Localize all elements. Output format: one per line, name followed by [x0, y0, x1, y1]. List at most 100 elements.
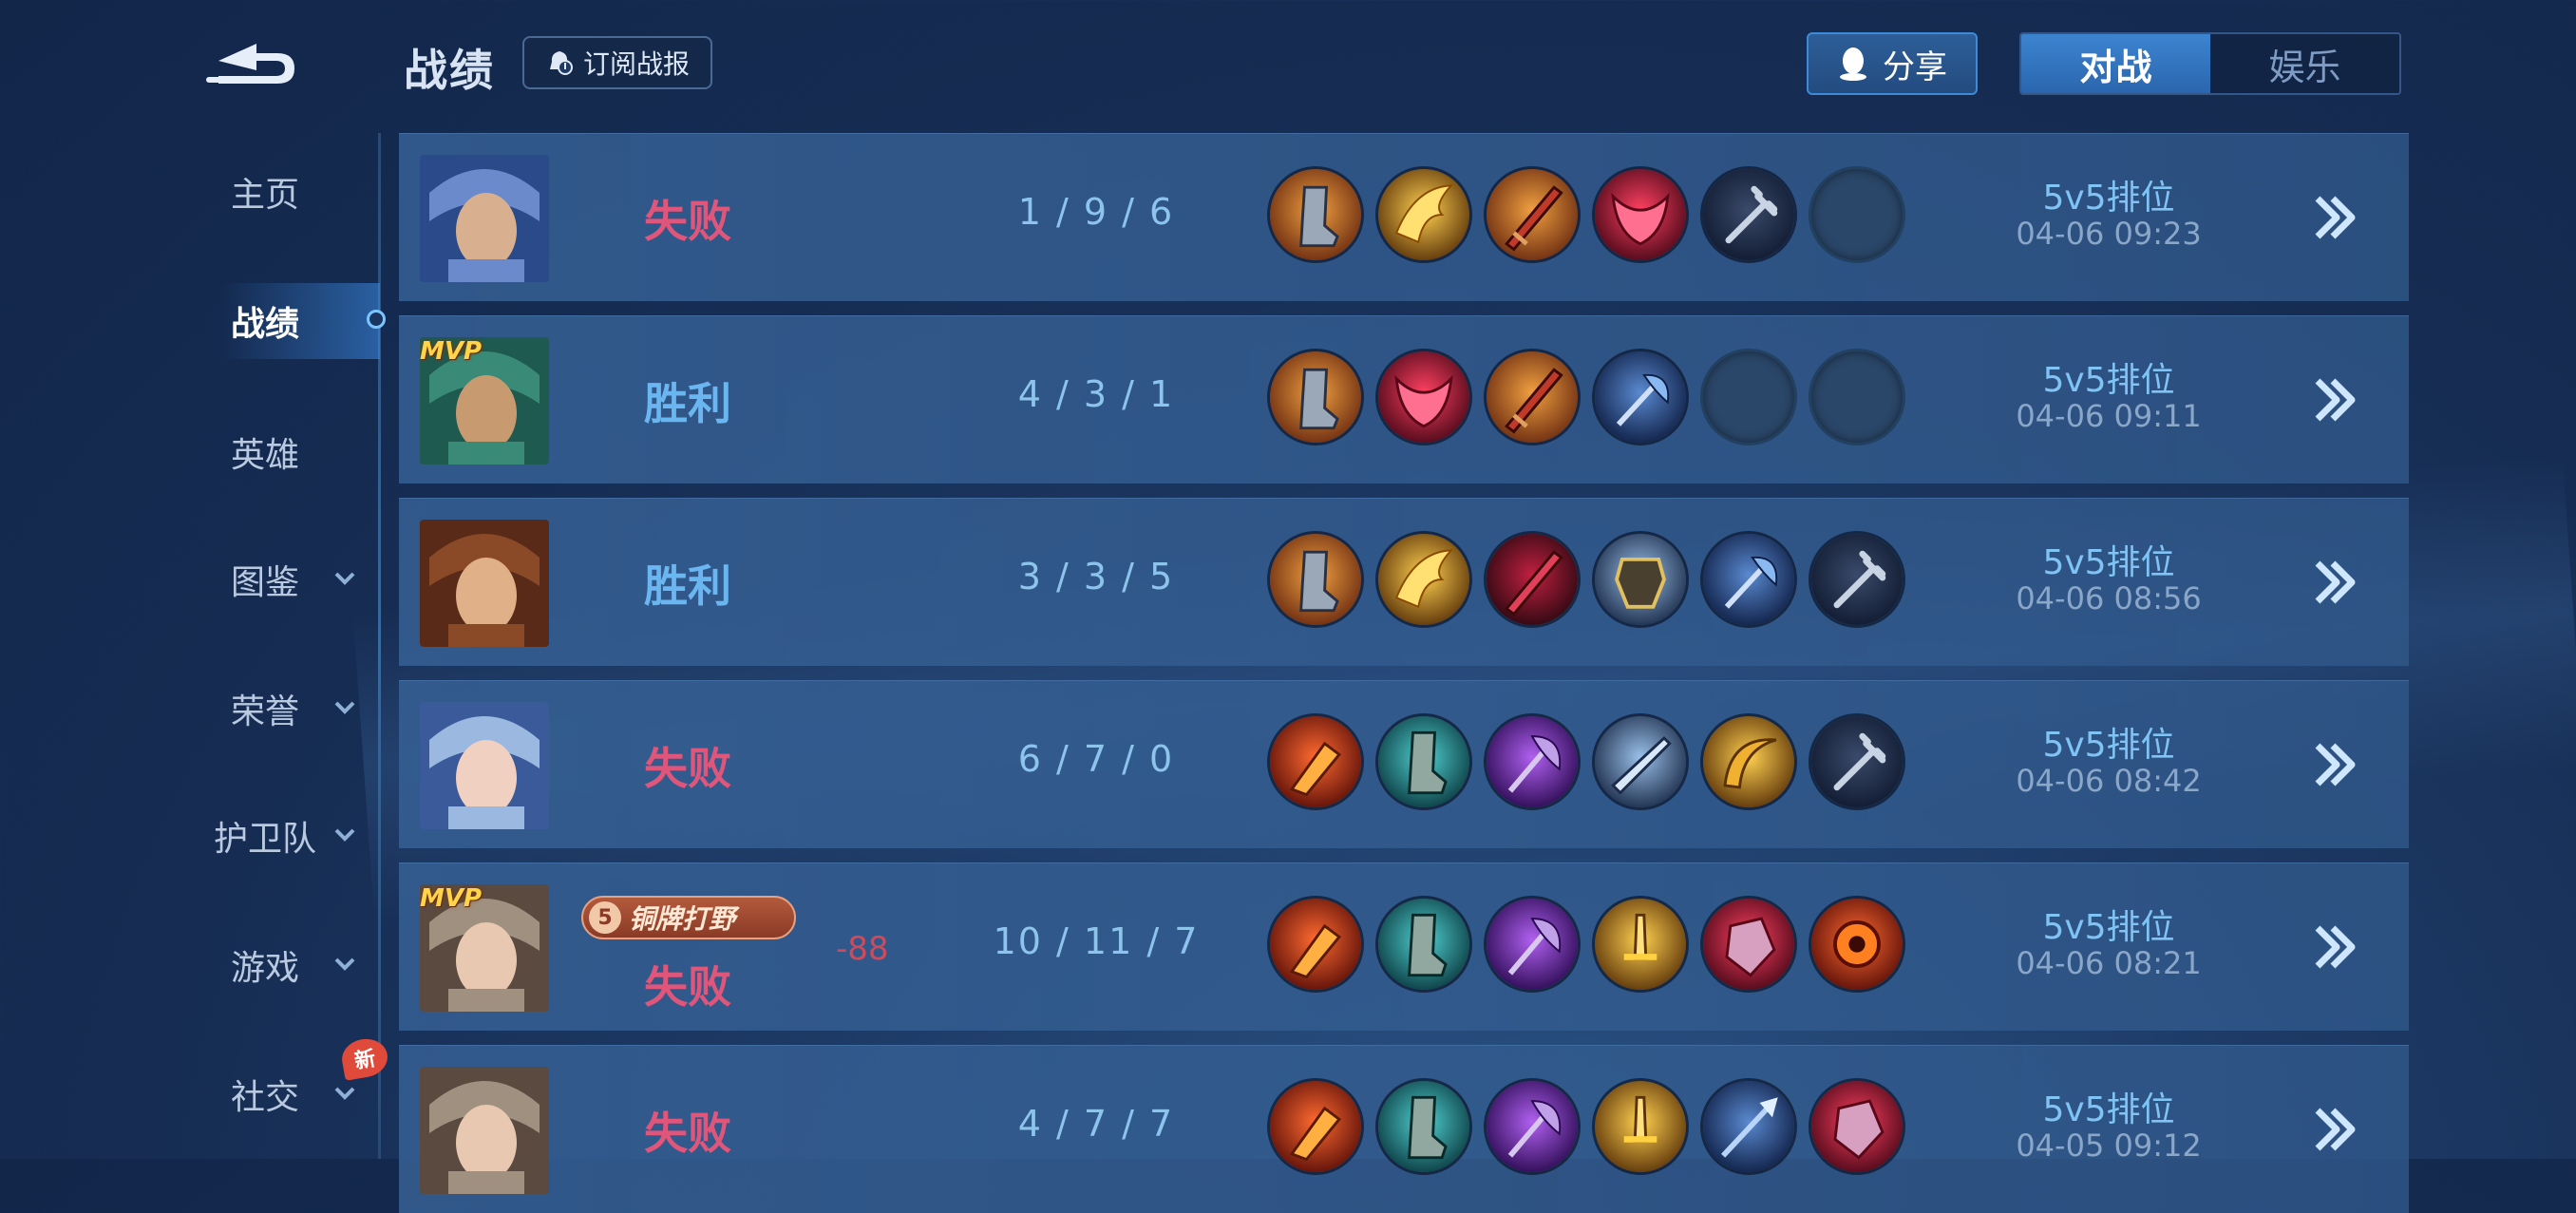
boots-icon: [1267, 166, 1364, 263]
teal-boots-icon: [1375, 713, 1472, 810]
sidebar-item-home[interactable]: 主页: [180, 154, 380, 230]
red-blade-icon: [1484, 166, 1581, 263]
kda-stats: 4 / 7 / 7: [1017, 1103, 1175, 1145]
silver-blade-icon: [1592, 713, 1689, 810]
empty-item-slot: [1700, 349, 1797, 445]
sidebar-item-label: 游戏: [230, 949, 299, 988]
sidebar-item-label: 护卫队: [213, 820, 316, 859]
sidebar-item-guard-team[interactable]: 护卫队: [180, 798, 380, 874]
golden-sword-icon: [1592, 1078, 1689, 1175]
hero-portrait: [420, 520, 549, 647]
honor-badge: 5 铜牌打野: [581, 896, 796, 939]
tab-entertainment[interactable]: 娱乐: [2210, 34, 2399, 93]
hero-portrait: MVP: [420, 337, 549, 464]
blue-axe-icon: [1592, 349, 1689, 445]
kda-stats: 3 / 3 / 5: [1017, 556, 1175, 597]
crimson-crystal-icon: [1809, 1078, 1905, 1175]
chevron-down-icon: [334, 957, 355, 971]
match-time: 04-06 08:21: [2016, 945, 2202, 981]
sidebar-item-record[interactable]: 战绩: [180, 283, 386, 359]
hero-avatar-icon: [420, 702, 549, 829]
dark-red-blade-icon: [1484, 531, 1581, 628]
hero-avatar-icon: [420, 155, 549, 282]
hero-portrait: [420, 155, 549, 282]
red-claw-icon: [1267, 896, 1364, 993]
back-arrow-icon[interactable]: [199, 32, 304, 89]
boots-icon: [1267, 531, 1364, 628]
teal-boots-icon: [1375, 1078, 1472, 1175]
game-mode: 5v5排位: [2042, 179, 2175, 218]
sidebar-item-game[interactable]: 游戏: [180, 927, 380, 1003]
chevron-right-icon[interactable]: [2308, 371, 2365, 428]
golden-sickle-icon: [1700, 713, 1797, 810]
equipment-list: [1267, 166, 1905, 263]
match-result: 失败: [644, 1108, 731, 1159]
game-mode: 5v5排位: [2042, 1090, 2175, 1129]
sidebar-item-honor[interactable]: 荣誉: [180, 671, 380, 747]
equipment-list: [1267, 896, 1905, 993]
share-button[interactable]: 分享: [1807, 32, 1978, 95]
chevron-right-icon[interactable]: [2308, 919, 2365, 976]
kda-stats: 4 / 3 / 1: [1017, 373, 1175, 415]
game-mode: 5v5排位: [2042, 543, 2175, 582]
chevron-down-icon: [334, 1087, 355, 1100]
sidebar-item-label: 英雄: [230, 436, 299, 475]
equipment-list: [1267, 713, 1905, 810]
hero-avatar-icon: [420, 1067, 549, 1194]
subscribe-label: 订阅战报: [582, 48, 690, 80]
subscribe-report-button[interactable]: 订阅战报: [522, 36, 712, 89]
flame-wing-icon: [1375, 531, 1472, 628]
match-result: 失败: [644, 961, 731, 1013]
hero-portrait: [420, 1067, 549, 1194]
purple-axe-icon: [1484, 896, 1581, 993]
chevron-right-icon[interactable]: [2308, 736, 2365, 793]
armor-icon: [1592, 531, 1689, 628]
game-mode: 5v5排位: [2042, 361, 2175, 400]
match-row[interactable]: 失败 1 / 9 / 6 5v5排位 04-06 09:23: [399, 133, 2409, 301]
chevron-right-icon[interactable]: [2308, 1101, 2365, 1158]
kda-stats: 1 / 9 / 6: [1017, 191, 1175, 233]
equipment-list: [1267, 349, 1905, 445]
mvp-tag: MVP: [420, 884, 483, 913]
kda-stats: 6 / 7 / 0: [1017, 738, 1175, 780]
game-mode: 5v5排位: [2042, 726, 2175, 765]
hero-portrait: [420, 702, 549, 829]
sidebar-item-codex[interactable]: 图鉴: [180, 541, 380, 617]
hero-avatar-icon: [420, 520, 549, 647]
blue-spear-icon: [1700, 1078, 1797, 1175]
purple-axe-icon: [1484, 713, 1581, 810]
match-result: 失败: [644, 196, 731, 247]
crimson-crystal-icon: [1700, 896, 1797, 993]
match-row[interactable]: 胜利 3 / 3 / 5 5v5排位 04-06 08:56: [399, 498, 2409, 666]
share-label: 分享: [1883, 47, 1947, 86]
match-result: 胜利: [644, 378, 731, 429]
chevron-down-icon: [334, 828, 355, 842]
sidebar-item-label: 战绩: [230, 305, 299, 344]
game-mode: 5v5排位: [2042, 908, 2175, 947]
tab-battle[interactable]: 对战: [2021, 34, 2210, 93]
chevron-right-icon[interactable]: [2308, 189, 2365, 246]
sidebar-item-social[interactable]: 社交 新: [180, 1035, 391, 1132]
honor-label: 铜牌打野: [629, 903, 736, 935]
score-change: -88: [836, 930, 889, 968]
match-row[interactable]: MVP 5 铜牌打野 -88 失败 10 / 11 / 7 5v5排位 04-06 0…: [399, 862, 2409, 1031]
qq-penguin-icon: [1840, 47, 1866, 81]
match-row[interactable]: 失败 6 / 7 / 0 5v5排位 04-06 08:42: [399, 680, 2409, 848]
mode-tabs: 对战 娱乐: [2019, 32, 2401, 95]
bell-icon: [549, 51, 573, 75]
trident-icon: [1809, 531, 1905, 628]
match-row[interactable]: 失败 4 / 7 / 7 5v5排位 04-05 09:12: [399, 1045, 2409, 1213]
new-badge: 新: [338, 1035, 391, 1081]
sidebar-item-heroes[interactable]: 英雄: [180, 414, 380, 490]
chevron-right-icon[interactable]: [2308, 554, 2365, 611]
trident-icon: [1700, 166, 1797, 263]
flame-wing-icon: [1375, 166, 1472, 263]
chevron-down-icon: [334, 572, 355, 585]
page-title: 战绩: [404, 45, 495, 96]
hero-portrait: MVP: [420, 884, 549, 1012]
sidebar-item-label: 社交: [230, 1078, 299, 1117]
empty-item-slot: [1809, 166, 1905, 263]
purple-axe-icon: [1484, 1078, 1581, 1175]
match-row[interactable]: MVP 胜利 4 / 3 / 1 5v5排位 04-06 09:11: [399, 315, 2409, 483]
boots-icon: [1267, 349, 1364, 445]
